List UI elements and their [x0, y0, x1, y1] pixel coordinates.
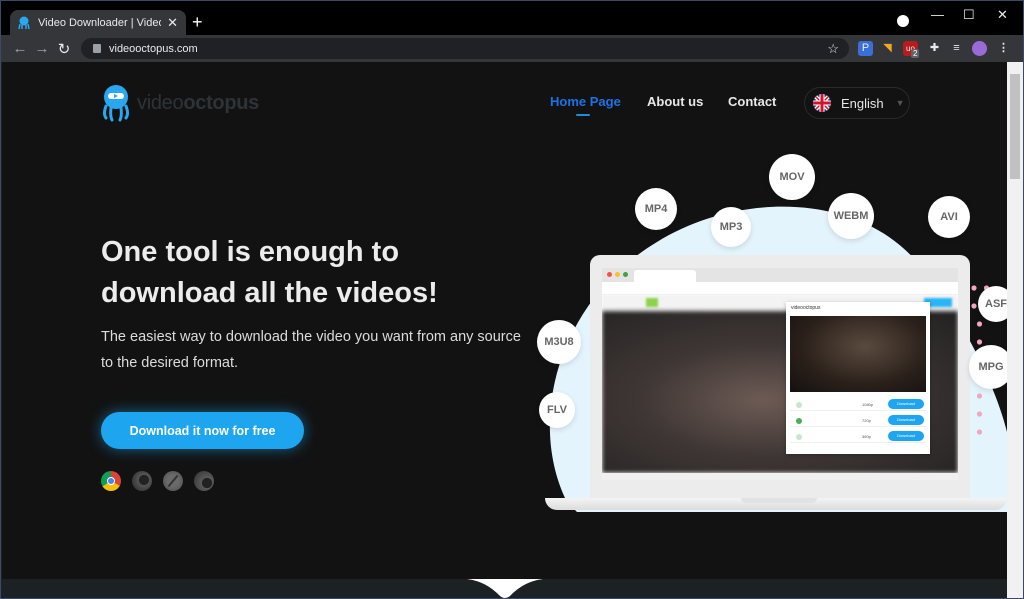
popup-download-button[interactable]: Download: [888, 399, 924, 409]
format-bubble-webm: WEBM: [828, 193, 874, 239]
format-bubble-asf: ASF: [978, 286, 1007, 322]
maximize-button[interactable]: ☐: [963, 7, 975, 23]
firefox-icon[interactable]: [132, 471, 152, 491]
reload-icon[interactable]: ↻: [53, 40, 75, 58]
hero-title: One tool is enough to download all the v…: [101, 236, 438, 309]
laptop-mockup: videooctopus 1080p Download 720p Downloa…: [590, 255, 970, 500]
new-tab-button[interactable]: +: [192, 11, 203, 33]
decor-dot: [976, 339, 983, 345]
decor-dot: [971, 285, 977, 291]
popup-download-row: 1080p Download: [790, 398, 926, 411]
popup-download-row: 360p Download: [790, 430, 926, 443]
extension-popup: videooctopus 1080p Download 720p Downloa…: [786, 302, 930, 454]
browser-tab[interactable]: Video Downloader | Video Octopus ✕: [10, 10, 186, 36]
chevron-down-icon: ▼: [895, 98, 905, 108]
quality-label: [796, 402, 802, 408]
format-bubble-mp3: MP3: [711, 207, 751, 247]
edge-icon[interactable]: [194, 471, 214, 491]
popup-download-button[interactable]: Download: [888, 431, 924, 441]
safari-icon[interactable]: [163, 471, 183, 491]
section-divider: [2, 579, 1007, 598]
bookmark-star-icon[interactable]: ☆: [827, 41, 839, 57]
search-extension-icon[interactable]: P: [858, 41, 873, 56]
octopus-favicon-icon: [18, 16, 30, 30]
forward-icon[interactable]: →: [31, 40, 53, 57]
chrome-icon[interactable]: [101, 471, 121, 491]
page-scrollbar[interactable]: [1007, 62, 1023, 598]
browser-toolbar: ← → ↻ videooctopus.com ☆ P ◥ uo 2 ✚ ≡ ⋮: [1, 35, 1023, 62]
web-page: videooctopus Home Page About us Contact …: [2, 62, 1007, 598]
decor-dot: [971, 303, 977, 309]
format-bubble-avi: AVI: [928, 196, 970, 238]
download-indicator-icon[interactable]: [897, 15, 909, 27]
minimize-button[interactable]: —: [931, 7, 944, 22]
address-bar[interactable]: videooctopus.com ☆: [81, 38, 849, 59]
popup-logo: videooctopus: [791, 305, 821, 311]
menu-icon[interactable]: ⋮: [996, 41, 1011, 56]
close-tab-icon[interactable]: ✕: [167, 15, 178, 31]
popup-video-thumbnail: [790, 316, 926, 392]
logo-text: videooctopus: [137, 91, 260, 114]
title-bar: Video Downloader | Video Octopus ✕ + — ☐…: [1, 1, 1023, 36]
decor-dot: [976, 411, 983, 417]
quality-text: 1080p: [862, 402, 874, 407]
format-bubble-m3u8: M3U8: [537, 320, 581, 364]
lock-icon: [93, 44, 101, 53]
popup-download-row: 720p Download: [790, 414, 926, 427]
tab-title: Video Downloader | Video Octopus: [38, 17, 161, 29]
format-bubble-flv: FLV: [539, 392, 575, 428]
rss-extension-icon[interactable]: ◥: [880, 41, 895, 56]
format-bubble-mov: MOV: [769, 154, 815, 200]
url-text: videooctopus.com: [109, 42, 198, 55]
quality-text: 360p: [862, 434, 871, 439]
browser-window: Video Downloader | Video Octopus ✕ + — ☐…: [0, 0, 1024, 599]
octopus-logo-icon: [103, 85, 129, 122]
popup-download-button[interactable]: Download: [888, 415, 924, 425]
decor-dot: [976, 321, 983, 327]
scroll-down-arrow-icon[interactable]: [467, 579, 543, 598]
media-control-icon[interactable]: ≡: [949, 41, 964, 56]
quality-label: [796, 418, 802, 424]
supported-browsers: [101, 471, 214, 491]
ublock-badge: 2: [911, 49, 920, 58]
back-icon[interactable]: ←: [9, 40, 31, 57]
hero-subtitle: The easiest way to download the video yo…: [101, 329, 521, 371]
nav-contact[interactable]: Contact: [728, 94, 776, 109]
language-selector[interactable]: English ▼: [804, 87, 910, 119]
quality-label: [796, 434, 802, 440]
site-logo[interactable]: videooctopus: [101, 84, 259, 122]
decor-dot: [976, 429, 983, 435]
laptop-screen: videooctopus 1080p Download 720p Downloa…: [602, 268, 958, 480]
uk-flag-icon: [813, 94, 831, 112]
quality-text: 720p: [862, 418, 871, 423]
language-label: English: [841, 95, 884, 111]
download-free-button[interactable]: Download it now for free: [101, 412, 304, 449]
close-window-button[interactable]: ✕: [997, 7, 1008, 23]
profile-avatar[interactable]: [972, 41, 987, 56]
extensions-puzzle-icon[interactable]: ✚: [927, 41, 942, 56]
active-underline: [576, 114, 590, 116]
nav-home-page[interactable]: Home Page: [550, 94, 621, 116]
decor-dot: [976, 393, 983, 399]
scrollbar-thumb[interactable]: [1010, 74, 1020, 179]
format-bubble-mpg: MPG: [969, 345, 1007, 389]
format-bubble-mp4: MP4: [635, 188, 677, 230]
laptop-base: [545, 498, 1007, 510]
nav-about-us[interactable]: About us: [647, 94, 703, 109]
